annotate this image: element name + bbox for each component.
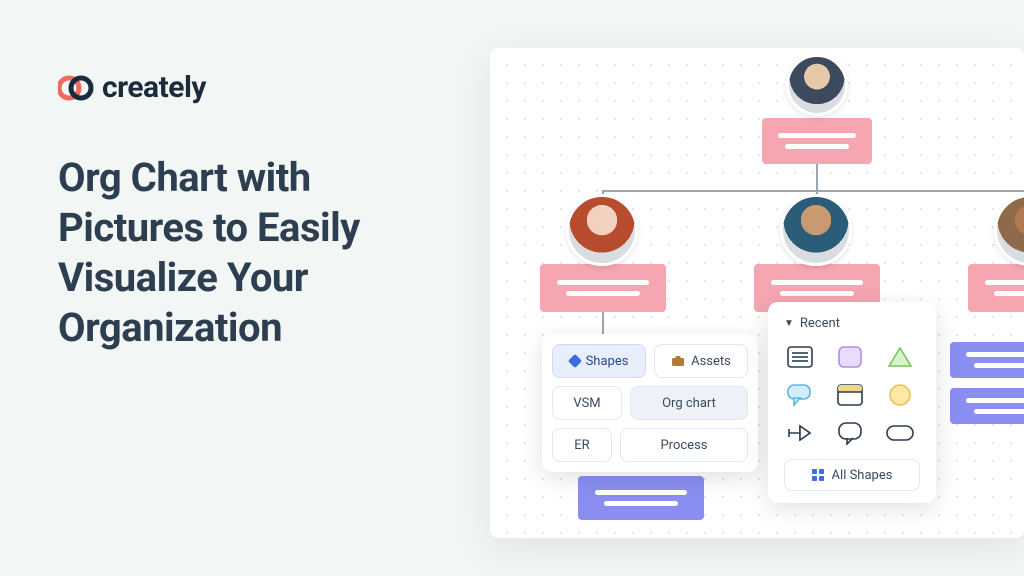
avatar [786,54,848,116]
card-line [974,363,1024,368]
card-line [785,144,849,149]
page-headline: Org Chart with Pictures to Easily Visual… [58,153,458,353]
shape-grid [778,341,926,455]
shape-rounded-rect-icon[interactable] [834,343,866,371]
org-card-root[interactable] [762,118,872,164]
caret-down-icon: ▼ [784,318,794,329]
avatar [566,194,638,266]
tab-process[interactable]: Process [620,428,748,462]
card-line [966,398,1024,403]
recent-shapes-panel: ▼ Recent [768,302,936,503]
all-shapes-label: All Shapes [832,468,893,483]
tab-label: VSM [573,396,600,411]
connector [602,190,1024,192]
tab-label: Org chart [662,396,716,411]
brand-logo: creately [58,70,458,105]
shape-header-rect-icon[interactable] [834,381,866,409]
recent-label: Recent [800,316,840,331]
tab-label: Assets [691,354,731,369]
avatar [994,194,1024,266]
diagram-canvas[interactable]: Shapes Assets VSM Org chart ER Process [490,48,1024,538]
shape-pill-icon[interactable] [884,419,916,447]
card-line [778,133,856,138]
shape-triangle-icon[interactable] [884,343,916,371]
org-card-child[interactable] [968,264,1024,312]
org-card-child[interactable] [540,264,666,312]
tab-vsm[interactable]: VSM [552,386,622,420]
card-line [557,280,649,285]
card-line [994,291,1024,296]
tab-assets[interactable]: Assets [654,344,748,378]
card-line [771,280,863,285]
all-shapes-button[interactable]: All Shapes [784,459,920,491]
tab-orgchart[interactable]: Org chart [630,386,748,420]
shape-category-panel: Shapes Assets VSM Org chart ER Process [542,334,758,472]
card-line [985,280,1024,285]
shape-arrow-icon[interactable] [784,419,816,447]
card-line [780,291,854,296]
tab-er[interactable]: ER [552,428,612,462]
shape-circle-icon[interactable] [884,381,916,409]
recent-header[interactable]: ▼ Recent [778,312,926,341]
card-line [604,501,678,506]
card-line [566,291,640,296]
org-card-leaf[interactable] [578,476,704,520]
tab-label: Process [660,438,707,453]
left-panel: creately Org Chart with Pictures to Easi… [58,70,458,353]
connector [816,164,818,190]
shape-chat-icon[interactable] [834,419,866,447]
card-line [974,409,1024,414]
diamond-icon [567,354,581,368]
org-card-leaf[interactable] [950,342,1024,378]
grid-icon [812,469,824,481]
tab-label: Shapes [586,354,629,369]
card-line [966,352,1024,357]
tab-shapes[interactable]: Shapes [552,344,646,378]
briefcase-icon [671,355,685,367]
brand-name: creately [102,70,206,105]
org-card-leaf[interactable] [950,388,1024,424]
avatar [780,194,852,266]
creately-logo-icon [58,74,94,102]
shape-list-icon[interactable] [784,343,816,371]
card-line [595,490,687,495]
tab-label: ER [574,438,589,453]
shape-speech-icon[interactable] [784,381,816,409]
